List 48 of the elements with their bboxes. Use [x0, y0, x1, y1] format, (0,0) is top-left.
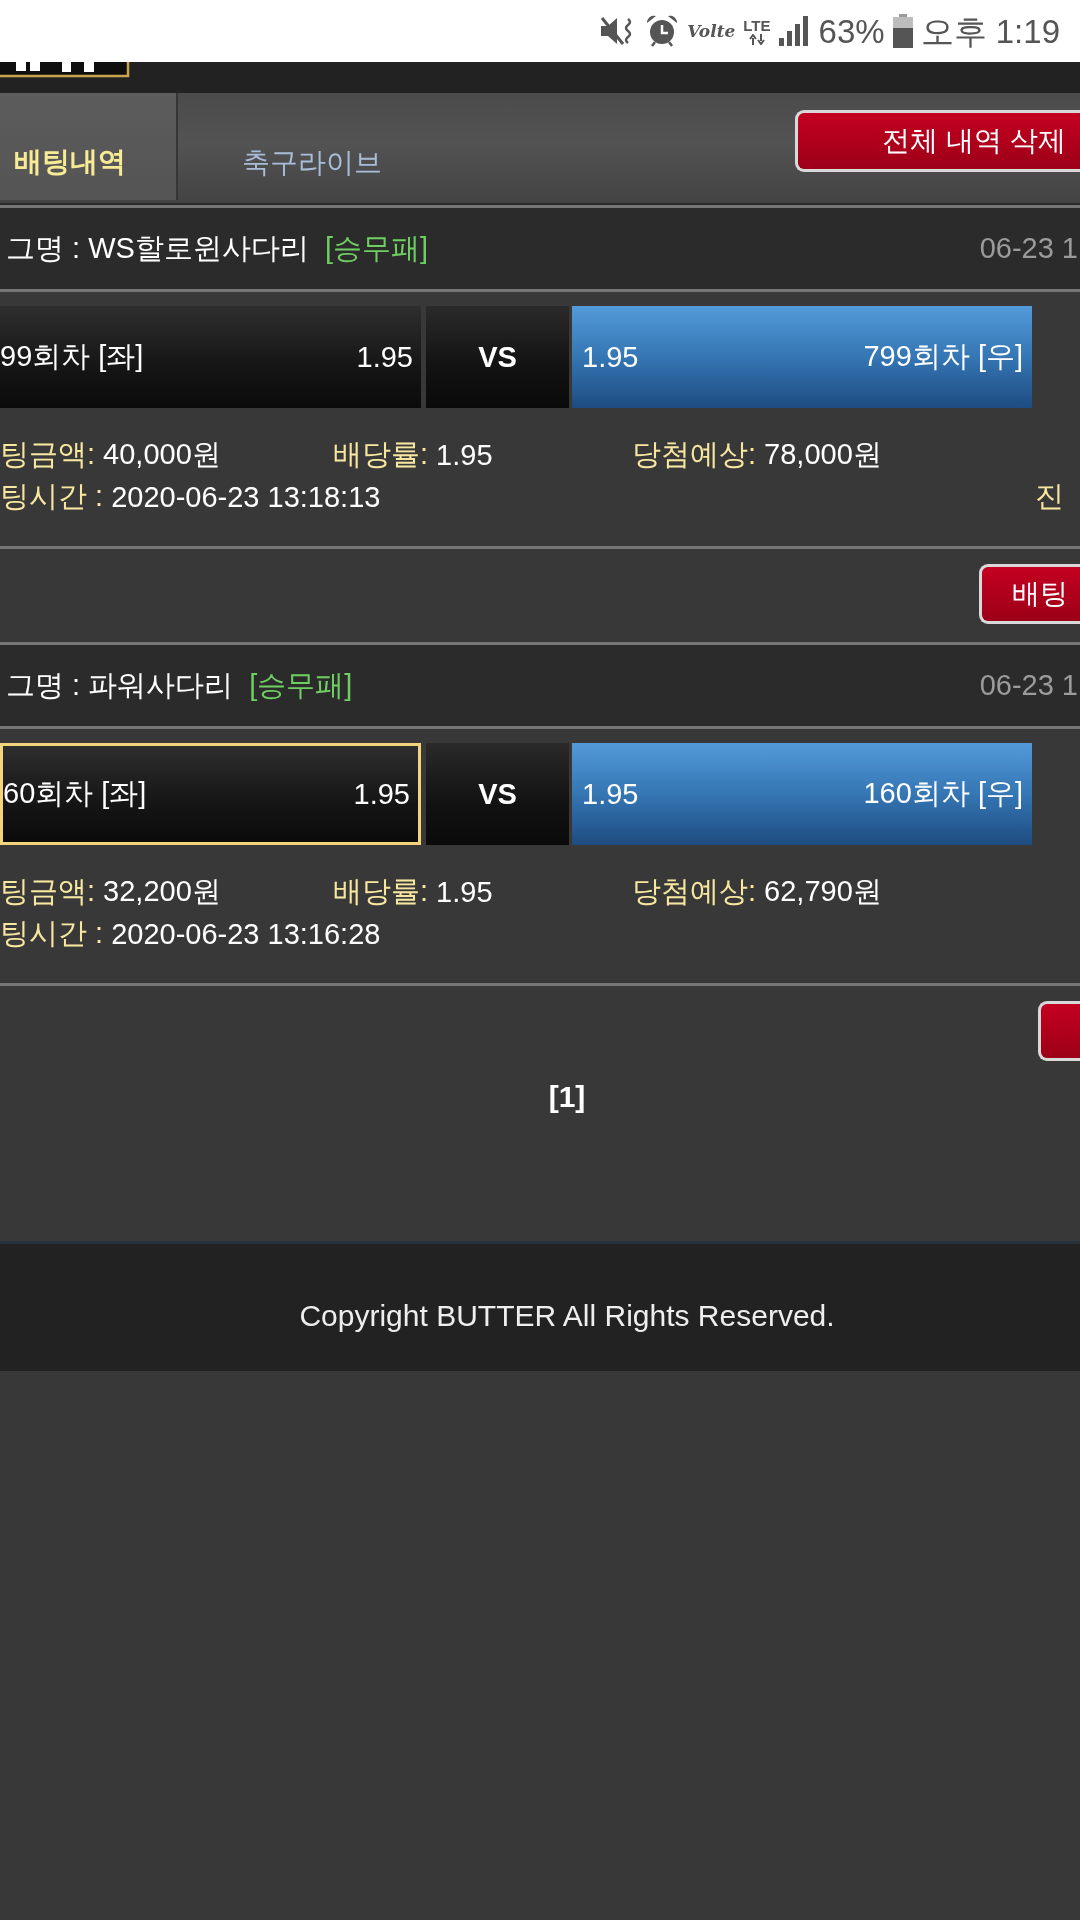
- bet-date: 06-23 1: [979, 232, 1079, 265]
- bet-time-label: 팅시간 :: [0, 479, 104, 514]
- signal-icon: [778, 16, 811, 46]
- clock-time: 오후 1:19: [920, 14, 1060, 48]
- vs-label: VS: [426, 743, 569, 845]
- bet-status: 진: [1035, 479, 1064, 514]
- team-name: 160회차 [우]: [863, 776, 1023, 811]
- bet-time-label: 팅시간 :: [0, 916, 104, 951]
- team-name: 99회차 [좌]: [0, 339, 144, 374]
- bet-time-value: 2020-06-23 13:16:28: [111, 917, 381, 951]
- detail-label: 팅금액:: [0, 437, 96, 472]
- data-arrows-icon: [746, 33, 767, 45]
- team-name: 60회차 [좌]: [3, 776, 147, 811]
- network-label: LTE: [743, 17, 771, 33]
- vs-label: VS: [426, 306, 569, 408]
- league-name: 그명 : WS할로윈사다리: [6, 230, 309, 266]
- bet-time-value: 2020-06-23 13:18:13: [111, 480, 381, 514]
- detail-label: 배당률:: [333, 437, 429, 472]
- team-name: 799회차 [우]: [863, 339, 1023, 374]
- odds-value: 1.95: [582, 777, 639, 811]
- detail-value: 32,200원: [103, 874, 221, 909]
- detail-value: 1.95: [436, 438, 493, 472]
- detail-label: 당첨예상:: [632, 874, 757, 909]
- league-name: 그명 : 파워사다리: [6, 667, 234, 703]
- battery-percent: 63%: [818, 14, 885, 48]
- battery-icon: [892, 14, 913, 48]
- delete-all-button[interactable]: 전체 내역 삭제: [795, 110, 1080, 172]
- page-link[interactable]: [1]: [548, 1079, 586, 1115]
- volte-label: Volte: [687, 21, 736, 41]
- detail-value: 62,790원: [764, 874, 882, 909]
- bet-type: [승무패]: [249, 667, 353, 703]
- bet-type: [승무패]: [324, 230, 428, 266]
- detail-value: 1.95: [436, 875, 493, 909]
- detail-value: 78,000원: [764, 437, 882, 472]
- bet-date: 06-23 1: [979, 669, 1079, 702]
- odds-value: 1.95: [353, 777, 410, 811]
- bet-action-button[interactable]: [1038, 1001, 1080, 1061]
- tab[interactable]: 축구라이브: [242, 144, 382, 182]
- detail-value: 40,000원: [103, 437, 221, 472]
- odds-value: 1.95: [356, 340, 413, 374]
- alarm-clock-icon: [645, 14, 680, 48]
- bet-action-button[interactable]: 배팅: [979, 564, 1080, 624]
- detail-label: 배당률:: [333, 874, 429, 909]
- odds-value: 1.95: [582, 340, 639, 374]
- tab[interactable]: 배팅내역: [0, 93, 178, 200]
- detail-label: 당첨예상:: [632, 437, 757, 472]
- copyright-text: Copyright BUTTER All Rights Reserved.: [299, 1299, 835, 1333]
- detail-label: 팅금액:: [0, 874, 96, 909]
